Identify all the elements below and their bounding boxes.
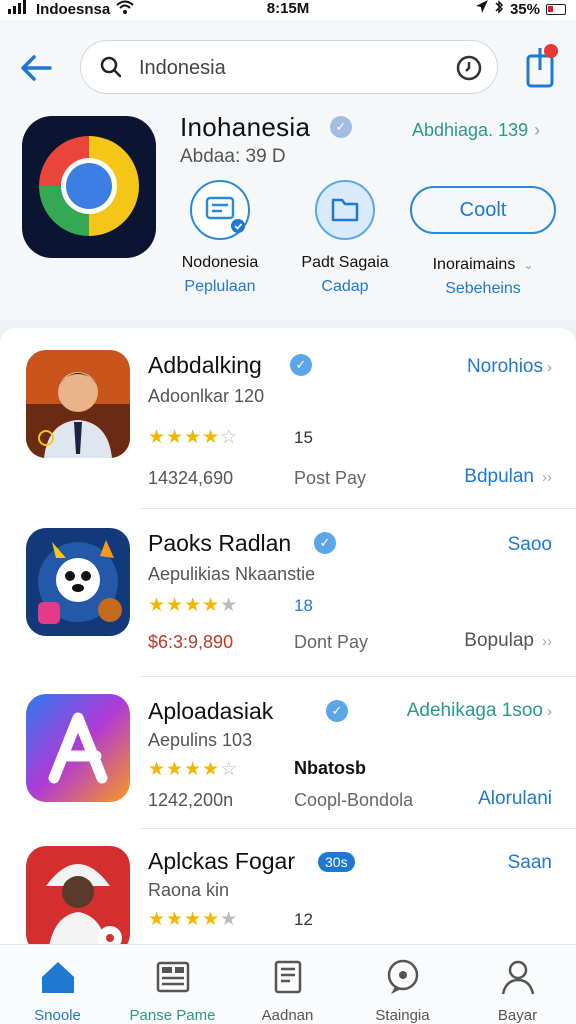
cool-button[interactable]: Coolt xyxy=(410,186,556,234)
status-bar: Indoesnsa 8:15M 35% xyxy=(0,0,576,20)
share-button[interactable] xyxy=(522,44,562,90)
history-icon[interactable] xyxy=(455,54,483,82)
verified-icon: ✓ xyxy=(314,532,336,554)
app-subtitle: Adoonlkar 120 xyxy=(148,386,265,406)
tab-grid[interactable]: Panse Pame xyxy=(115,945,230,1024)
message-icon xyxy=(190,180,250,240)
grid-icon xyxy=(153,957,193,997)
location-icon xyxy=(475,0,488,18)
item-action-link[interactable]: Norohios › xyxy=(467,356,552,378)
app-header: Indonesia Inohanesia ✓ Abdaa: 39 D Abdhi… xyxy=(0,20,576,320)
app-details-link[interactable]: Abdhiaga. 139 › xyxy=(412,120,540,141)
action-folder[interactable]: Padt Sagaia Cadap xyxy=(270,180,420,296)
chevron-right-icon: › xyxy=(547,703,552,720)
action-folder-label: Padt Sagaia xyxy=(301,254,389,271)
age-badge: 30s xyxy=(318,852,355,872)
item-action-label: Adehikaga 1soo xyxy=(406,700,543,721)
app-link-label: Abdhiaga. 139 xyxy=(412,120,529,140)
divider xyxy=(140,508,576,509)
verified-icon: ✓ xyxy=(290,354,312,376)
action-cool: Coolt Inoraimains ⌄ Sebeheins xyxy=(408,180,558,298)
action-cool-label: Inoraimains xyxy=(432,256,516,273)
rating-stars: ★★★★★ xyxy=(148,595,239,616)
tab-home[interactable]: Snoole xyxy=(0,945,115,1024)
popular-link[interactable]: Bopulap ›› xyxy=(464,630,552,652)
search-input[interactable]: Indonesia xyxy=(139,57,226,80)
chevron-right-icon: ›› xyxy=(542,469,552,486)
popular-label: Bdpulan xyxy=(464,466,534,487)
folder-icon xyxy=(315,180,375,240)
bottom-nav: Snoole Panse Pame Aadnan Staingia Bayar xyxy=(0,944,576,1024)
battery-label: 35% xyxy=(509,0,540,18)
search-bar[interactable]: Indonesia xyxy=(80,40,498,94)
price: 14324,690 xyxy=(148,468,234,488)
tab-chat-label: Staingia xyxy=(375,1007,430,1024)
app-subtitle: Abdaa: 39 D xyxy=(180,146,286,167)
app-name: Paoks Radlan xyxy=(148,530,292,556)
app-icon-character xyxy=(26,846,130,944)
app-logo xyxy=(22,116,156,258)
price: 1242,200n xyxy=(148,790,234,810)
app-icon-person xyxy=(26,350,130,458)
item-action-link[interactable]: Saan xyxy=(508,852,552,874)
item-action-link[interactable]: Adehikaga 1soo › xyxy=(407,700,552,722)
tab-document-label: Aadnan xyxy=(261,1007,314,1024)
app-subtitle: Aepulins 103 xyxy=(148,730,253,750)
action-cool-row: Inoraimains ⌄ xyxy=(408,256,558,274)
verified-icon: ✓ xyxy=(330,116,352,138)
home-icon xyxy=(38,957,78,997)
app-name: Adbdalking xyxy=(148,352,262,378)
tab-document[interactable]: Aadnan xyxy=(230,945,345,1024)
tab-chat[interactable]: Staingia xyxy=(345,945,460,1024)
tab-profile[interactable]: Bayar xyxy=(460,945,575,1024)
chat-icon xyxy=(383,957,423,997)
app-icon-letter xyxy=(26,694,130,802)
rating-stars: ★★★★☆ xyxy=(148,759,239,780)
back-button[interactable] xyxy=(16,48,56,88)
app-subtitle: Raona kin xyxy=(148,880,230,900)
rating-stars: ★★★★☆ xyxy=(148,427,239,448)
rating-count: 18 xyxy=(294,596,313,615)
payment-type: Post Pay xyxy=(294,468,367,488)
divider xyxy=(140,828,576,829)
item-action-label: Norohios xyxy=(466,356,543,377)
back-arrow-icon xyxy=(21,55,52,81)
notification-dot xyxy=(544,44,558,58)
rating-count: 12 xyxy=(294,910,313,929)
verified-icon: ✓ xyxy=(326,700,348,722)
tab-profile-label: Bayar xyxy=(497,1007,538,1024)
extra-label: Nbatosb xyxy=(294,758,366,778)
app-name: Aplckas Fogar xyxy=(148,848,296,874)
app-list: Adbdalking ✓ Adoonlkar 120 ★★★★☆ 15 1432… xyxy=(0,328,576,944)
popular-link[interactable]: Alorulani xyxy=(478,788,552,810)
payment-type: Coopl-Bondola xyxy=(294,790,414,810)
app-icon-game xyxy=(26,528,130,636)
person-icon xyxy=(498,957,538,997)
chevron-right-icon: › xyxy=(547,359,552,376)
popular-link[interactable]: Bdpulan ›› xyxy=(464,466,552,488)
action-cool-sub: Sebeheins xyxy=(445,280,521,297)
chrome-logo-icon xyxy=(39,136,139,236)
popular-label: Bopulap xyxy=(464,630,534,651)
search-icon xyxy=(99,55,123,79)
app-name: Aploadasiak xyxy=(148,698,274,724)
rating-stars: ★★★★★ xyxy=(148,909,239,930)
app-title: Inohanesia xyxy=(180,112,311,142)
chevron-down-icon: ⌄ xyxy=(523,258,534,272)
bluetooth-icon xyxy=(494,0,504,18)
status-right: 35% xyxy=(475,0,566,18)
payment-type: Dont Pay xyxy=(294,632,369,652)
price: $6:3:9,890 xyxy=(148,632,234,652)
action-folder-sub: Cadap xyxy=(321,278,369,295)
document-icon xyxy=(268,957,308,997)
rating-count: 15 xyxy=(294,428,313,447)
battery-icon xyxy=(546,3,566,15)
app-subtitle: Aepulikias Nkaanstie xyxy=(148,564,316,584)
tab-grid-label: Panse Pame xyxy=(129,1007,216,1024)
item-action-link[interactable]: Saoo xyxy=(508,534,552,556)
divider xyxy=(140,676,576,677)
chevron-right-icon: ›› xyxy=(542,633,552,650)
tab-home-label: Snoole xyxy=(34,1007,81,1024)
chevron-right-icon: › xyxy=(534,120,541,140)
